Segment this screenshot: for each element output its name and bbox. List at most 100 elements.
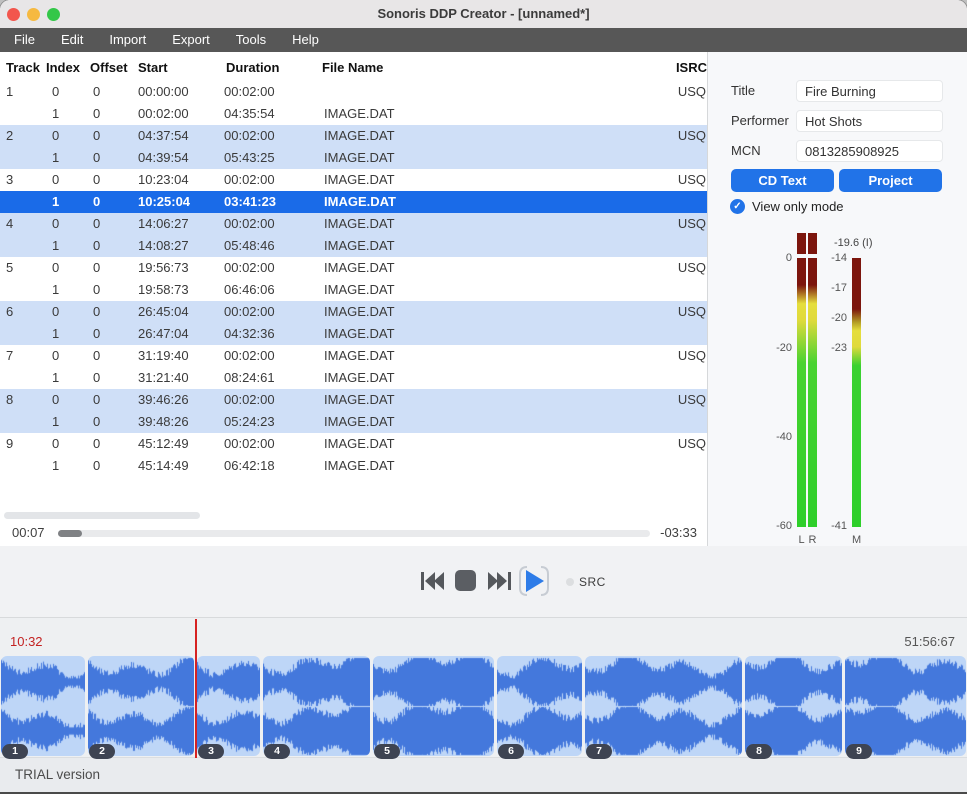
cell-start: 45:14:49 xyxy=(138,455,189,477)
table-row[interactable]: 30010:23:0400:02:00IMAGE.DATUSQ xyxy=(0,169,707,191)
cell-start: 04:37:54 xyxy=(138,125,189,147)
horizontal-scrollbar-thumb[interactable] xyxy=(4,512,200,519)
cell-offset: 0 xyxy=(93,169,100,191)
src-indicator-light[interactable] xyxy=(566,578,574,586)
playhead-cursor[interactable] xyxy=(195,619,197,758)
stop-button[interactable] xyxy=(455,570,476,591)
meter-scale-loudness: -14-17-20-23-41 xyxy=(804,258,847,527)
cell-index: 0 xyxy=(52,125,59,147)
cell-index: 1 xyxy=(52,103,59,125)
table-row[interactable]: 80039:46:2600:02:00IMAGE.DATUSQ xyxy=(0,389,707,411)
table-row[interactable]: 60026:45:0400:02:00IMAGE.DATUSQ xyxy=(0,301,707,323)
table-row[interactable]: 1031:21:4008:24:61IMAGE.DAT xyxy=(0,367,707,389)
table-row[interactable]: 1039:48:2605:24:23IMAGE.DAT xyxy=(0,411,707,433)
waveform-block[interactable] xyxy=(1,656,85,756)
cell-offset: 0 xyxy=(93,345,100,367)
view-only-checkbox[interactable]: ✓ xyxy=(730,199,745,214)
menu-item-tools[interactable]: Tools xyxy=(223,28,279,52)
table-row[interactable]: 1004:39:5405:43:25IMAGE.DAT xyxy=(0,147,707,169)
column-header-start[interactable]: Start xyxy=(138,55,168,81)
cell-offset: 0 xyxy=(93,389,100,411)
track-marker[interactable]: 9 xyxy=(846,744,872,759)
column-header-index[interactable]: Index xyxy=(46,55,80,81)
table-row[interactable]: 1014:08:2705:48:46IMAGE.DAT xyxy=(0,235,707,257)
cell-index: 0 xyxy=(52,169,59,191)
channel-label-mono: M xyxy=(852,534,861,546)
cell-offset: 0 xyxy=(93,191,100,213)
performer-input[interactable] xyxy=(796,110,943,132)
table-row[interactable]: 20004:37:5400:02:00IMAGE.DATUSQ xyxy=(0,125,707,147)
table-row[interactable]: 1026:47:0404:32:36IMAGE.DAT xyxy=(0,323,707,345)
cell-index: 1 xyxy=(52,367,59,389)
waveform-panel: 10:32 51:56:67 123456789 xyxy=(0,617,967,757)
track-table-body: 10000:00:0000:02:00USQ1000:02:0004:35:54… xyxy=(0,81,707,477)
cell-start: 39:48:26 xyxy=(138,411,189,433)
cell-track: 1 xyxy=(6,81,13,103)
table-row[interactable]: 40014:06:2700:02:00IMAGE.DATUSQ xyxy=(0,213,707,235)
track-marker[interactable]: 4 xyxy=(264,744,290,759)
track-marker[interactable]: 6 xyxy=(498,744,524,759)
table-row[interactable]: 1000:02:0004:35:54IMAGE.DAT xyxy=(0,103,707,125)
cell-file: IMAGE.DAT xyxy=(324,125,395,147)
transport-bar: SRC xyxy=(0,546,967,617)
waveform-image xyxy=(197,656,260,756)
cell-track: 8 xyxy=(6,389,13,411)
skip-forward-button[interactable] xyxy=(488,571,512,596)
track-marker[interactable]: 2 xyxy=(89,744,115,759)
track-marker[interactable]: 1 xyxy=(2,744,28,759)
track-marker[interactable]: 5 xyxy=(374,744,400,759)
track-marker[interactable]: 3 xyxy=(198,744,224,759)
waveform-block[interactable] xyxy=(585,656,742,756)
waveform-image xyxy=(373,656,494,756)
menu-item-edit[interactable]: Edit xyxy=(48,28,96,52)
table-row[interactable]: 50019:56:7300:02:00IMAGE.DATUSQ xyxy=(0,257,707,279)
table-row[interactable]: 1019:58:7306:46:06IMAGE.DAT xyxy=(0,279,707,301)
table-row[interactable]: 90045:12:4900:02:00IMAGE.DATUSQ xyxy=(0,433,707,455)
cell-offset: 0 xyxy=(93,367,100,389)
waveform-image xyxy=(1,656,85,756)
waveform-block[interactable] xyxy=(88,656,194,756)
waveform-block[interactable] xyxy=(497,656,582,756)
waveform-block[interactable] xyxy=(263,656,370,756)
track-marker[interactable]: 7 xyxy=(586,744,612,759)
cell-track: 4 xyxy=(6,213,13,235)
column-header-isrc[interactable]: ISRC xyxy=(676,55,707,81)
waveform-image xyxy=(585,656,742,756)
column-header-offset[interactable]: Offset xyxy=(90,55,128,81)
menu-item-export[interactable]: Export xyxy=(159,28,223,52)
menu-item-help[interactable]: Help xyxy=(279,28,332,52)
cell-index: 0 xyxy=(52,433,59,455)
column-header-track[interactable]: Track xyxy=(6,55,40,81)
menu-item-import[interactable]: Import xyxy=(96,28,159,52)
cd-text-button[interactable]: CD Text xyxy=(731,169,834,192)
column-header-filename[interactable]: File Name xyxy=(322,55,383,81)
column-header-duration[interactable]: Duration xyxy=(226,55,279,81)
waveform-block[interactable] xyxy=(197,656,260,756)
cell-file: IMAGE.DAT xyxy=(324,147,395,169)
waveform-block[interactable] xyxy=(373,656,494,756)
table-row[interactable]: 1010:25:0403:41:23IMAGE.DAT xyxy=(0,191,707,213)
cell-track: 6 xyxy=(6,301,13,323)
play-button[interactable] xyxy=(517,565,551,597)
clip-indicator-right xyxy=(808,233,817,254)
skip-back-button[interactable] xyxy=(420,571,444,596)
table-row[interactable]: 10000:00:0000:02:00USQ xyxy=(0,81,707,103)
playback-progress-bar[interactable] xyxy=(58,530,650,537)
mcn-input[interactable] xyxy=(796,140,943,162)
cell-offset: 0 xyxy=(93,81,100,103)
waveform-block[interactable] xyxy=(745,656,842,756)
title-input[interactable] xyxy=(796,80,943,102)
cell-duration: 04:32:36 xyxy=(224,323,275,345)
cell-index: 0 xyxy=(52,345,59,367)
table-row[interactable]: 1045:14:4906:42:18IMAGE.DAT xyxy=(0,455,707,477)
menu-item-file[interactable]: File xyxy=(1,28,48,52)
cell-index: 1 xyxy=(52,235,59,257)
cell-isrc: USQ xyxy=(678,433,706,455)
project-button[interactable]: Project xyxy=(839,169,942,192)
window-title: Sonoris DDP Creator - [unnamed*] xyxy=(0,0,967,28)
meter-scale-left: 0-20-40-60 xyxy=(708,258,792,527)
waveform-block[interactable] xyxy=(845,656,966,756)
table-row[interactable]: 70031:19:4000:02:00IMAGE.DATUSQ xyxy=(0,345,707,367)
track-marker[interactable]: 8 xyxy=(746,744,772,759)
playback-progress-fill xyxy=(58,530,82,537)
